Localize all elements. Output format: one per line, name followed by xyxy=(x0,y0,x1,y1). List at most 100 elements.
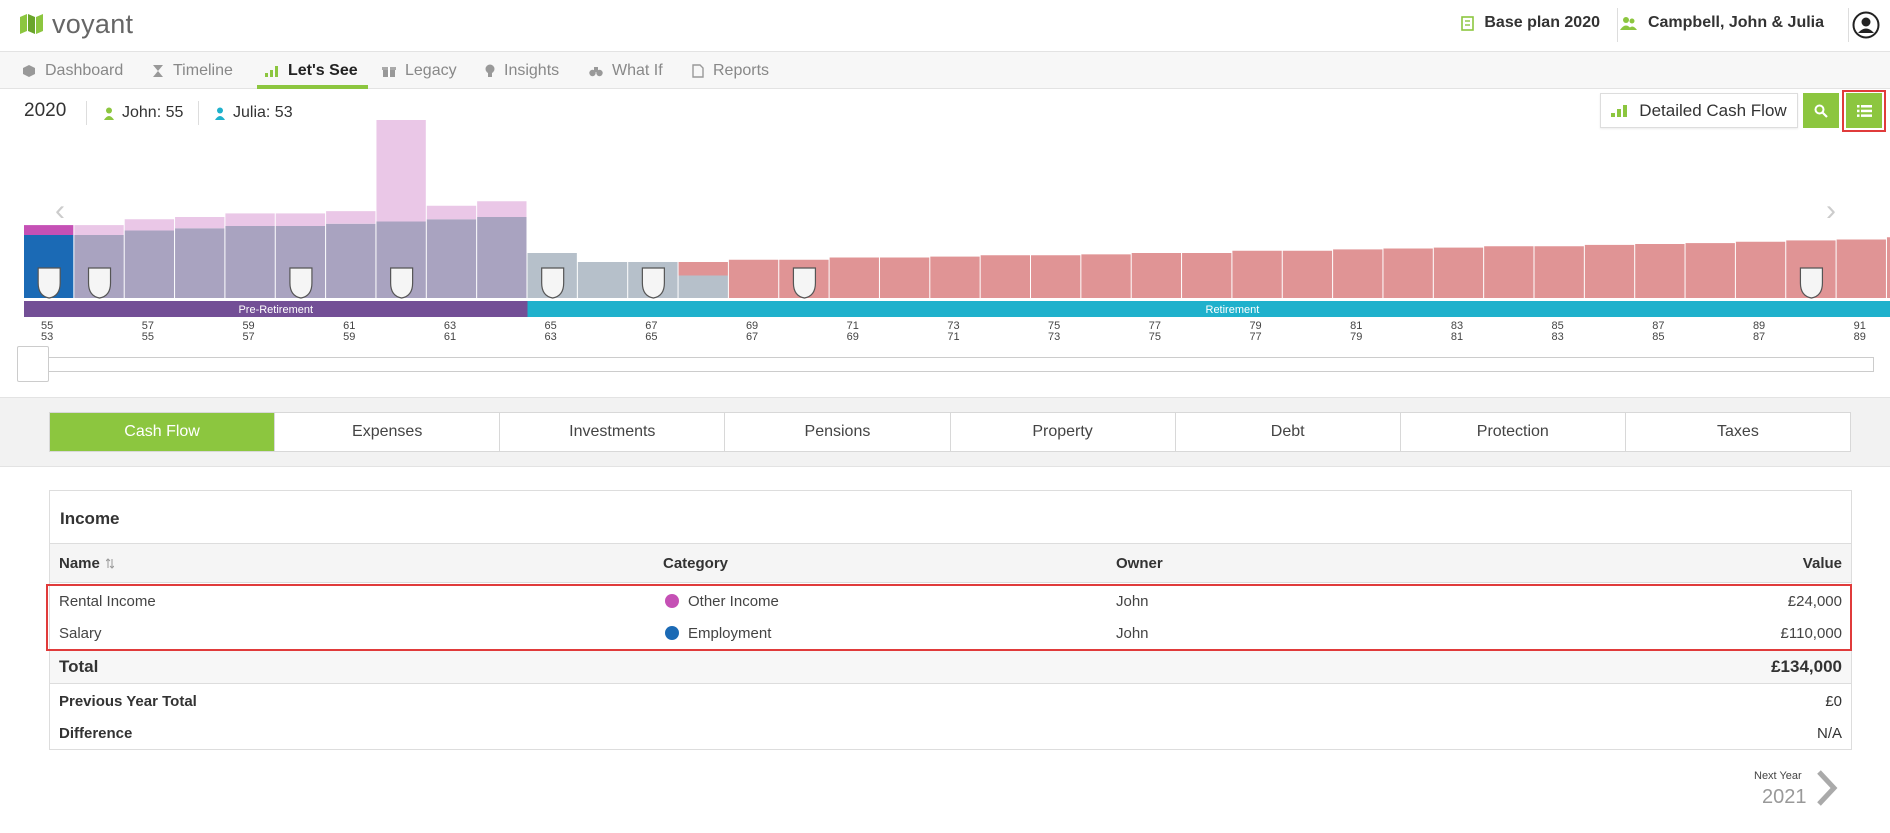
document-icon xyxy=(1461,15,1475,31)
divider xyxy=(1848,8,1849,42)
event-marker-icon[interactable] xyxy=(541,267,565,299)
gift-icon xyxy=(382,66,396,77)
current-year: 2020 xyxy=(24,100,67,121)
chart-bar xyxy=(678,262,728,276)
chart-bar xyxy=(74,225,124,235)
phase-label: Pre-Retirement xyxy=(238,304,313,316)
user-account-icon[interactable] xyxy=(1852,11,1880,39)
phase-label: Retirement xyxy=(1206,304,1260,316)
age-label-julia: 57 xyxy=(242,331,254,343)
category-tabs: Cash Flow Expenses Investments Pensions … xyxy=(49,412,1851,452)
chart-bar xyxy=(1484,246,1534,298)
users-icon xyxy=(1619,17,1637,30)
tab-investments[interactable]: Investments xyxy=(499,413,724,451)
chart-bar xyxy=(426,205,477,220)
tab-protection[interactable]: Protection xyxy=(1399,413,1625,451)
chart-bar xyxy=(124,219,175,231)
column-owner[interactable]: Owner xyxy=(1116,544,1163,582)
highlight-frame xyxy=(46,584,1852,651)
age-label-julia: 53 xyxy=(41,331,53,343)
lightbulb-icon xyxy=(485,64,495,77)
nav-lets-see[interactable]: Let's See xyxy=(257,52,368,89)
event-marker-icon[interactable] xyxy=(1799,267,1824,299)
cash-flow-chart: Pre-Retirement Retirement5553575559576159… xyxy=(24,120,1890,343)
next-year-value: 2021 xyxy=(1762,786,1807,808)
sort-icon xyxy=(105,557,114,569)
previous-year-value: £0 xyxy=(1825,692,1842,710)
chart-bar xyxy=(175,217,225,229)
age-label-julia: 83 xyxy=(1552,331,1564,343)
chart-bar xyxy=(225,213,275,226)
event-marker-icon[interactable] xyxy=(792,267,817,299)
chart-bar xyxy=(1081,254,1131,298)
chart-bar xyxy=(1333,249,1383,298)
age-label-julia: 85 xyxy=(1652,331,1664,343)
nav-what-if[interactable]: What If xyxy=(589,52,663,89)
chevron-right-icon xyxy=(1817,770,1838,806)
nav-insights[interactable]: Insights xyxy=(485,52,559,89)
search-icon xyxy=(1814,104,1828,118)
cube-icon xyxy=(23,64,35,77)
nav-reports[interactable]: Reports xyxy=(692,52,769,89)
nav-dashboard[interactable]: Dashboard xyxy=(22,52,123,89)
chart-bar xyxy=(1031,255,1081,298)
table-header: Name Category Owner Value xyxy=(50,543,1851,583)
difference-label: Difference xyxy=(59,724,133,742)
chart-bar xyxy=(275,213,326,226)
chart-bar xyxy=(1534,246,1584,298)
age-label-julia: 71 xyxy=(947,331,959,343)
chart-bar xyxy=(1182,253,1232,298)
timeline-scroll-handle[interactable] xyxy=(17,346,49,382)
age-label-julia: 81 xyxy=(1451,331,1463,343)
tab-pensions[interactable]: Pensions xyxy=(724,413,949,451)
event-marker-icon[interactable] xyxy=(87,267,112,299)
bar-chart-icon xyxy=(1611,105,1628,117)
age-label-julia: 87 xyxy=(1753,331,1765,343)
previous-year-label: Previous Year Total xyxy=(59,692,197,710)
age-label-julia: 65 xyxy=(645,331,657,343)
plan-selector[interactable]: Base plan 2020 xyxy=(1461,14,1600,32)
age-label-julia: 59 xyxy=(343,331,355,343)
age-label-julia: 75 xyxy=(1149,331,1161,343)
age-label-julia: 79 xyxy=(1350,331,1362,343)
event-marker-icon[interactable] xyxy=(641,267,665,299)
logo[interactable]: voyant xyxy=(18,10,133,38)
age-label-julia: 61 xyxy=(444,331,456,343)
tab-taxes[interactable]: Taxes xyxy=(1624,413,1850,451)
chart-bar xyxy=(124,230,175,298)
nav-timeline[interactable]: Timeline xyxy=(152,52,233,89)
chart-bar xyxy=(1433,247,1484,298)
event-marker-icon[interactable] xyxy=(390,267,414,299)
client-selector[interactable]: Campbell, John & Julia xyxy=(1619,14,1824,32)
event-marker-icon[interactable] xyxy=(37,267,61,299)
chart-bar xyxy=(577,262,628,298)
plan-label: Base plan 2020 xyxy=(1484,14,1600,31)
nav-legacy[interactable]: Legacy xyxy=(382,52,457,89)
client-label: Campbell, John & Julia xyxy=(1647,14,1824,31)
tab-debt[interactable]: Debt xyxy=(1174,413,1400,451)
age-label-julia: 69 xyxy=(847,331,859,343)
top-bar: voyant Base plan 2020 Campbell, John & J… xyxy=(0,0,1890,52)
age-label-julia: 67 xyxy=(746,331,758,343)
previous-year-row: Previous Year Total £0 xyxy=(50,684,1851,718)
bar-chart-icon xyxy=(265,65,278,77)
chart-bar xyxy=(1635,244,1685,298)
divider xyxy=(1617,8,1618,42)
column-value[interactable]: Value xyxy=(1803,544,1842,582)
chart-bar xyxy=(1131,253,1182,298)
chart-bar xyxy=(1383,248,1433,298)
tab-cash-flow[interactable]: Cash Flow xyxy=(50,413,275,451)
chart-bar xyxy=(24,225,74,235)
tab-expenses[interactable]: Expenses xyxy=(274,413,499,451)
event-marker-icon[interactable] xyxy=(289,267,313,299)
pdf-icon xyxy=(692,63,704,78)
column-category[interactable]: Category xyxy=(663,544,728,582)
next-year-button[interactable]: Next Year 2021 xyxy=(1754,768,1874,810)
chart-bar xyxy=(879,257,930,298)
chart-bar xyxy=(326,211,376,224)
tab-property[interactable]: Property xyxy=(949,413,1175,451)
binoculars-icon xyxy=(589,66,603,76)
voyant-logo-icon xyxy=(20,14,43,34)
column-name[interactable]: Name xyxy=(59,544,114,582)
timeline-scrollbar[interactable] xyxy=(34,357,1874,372)
